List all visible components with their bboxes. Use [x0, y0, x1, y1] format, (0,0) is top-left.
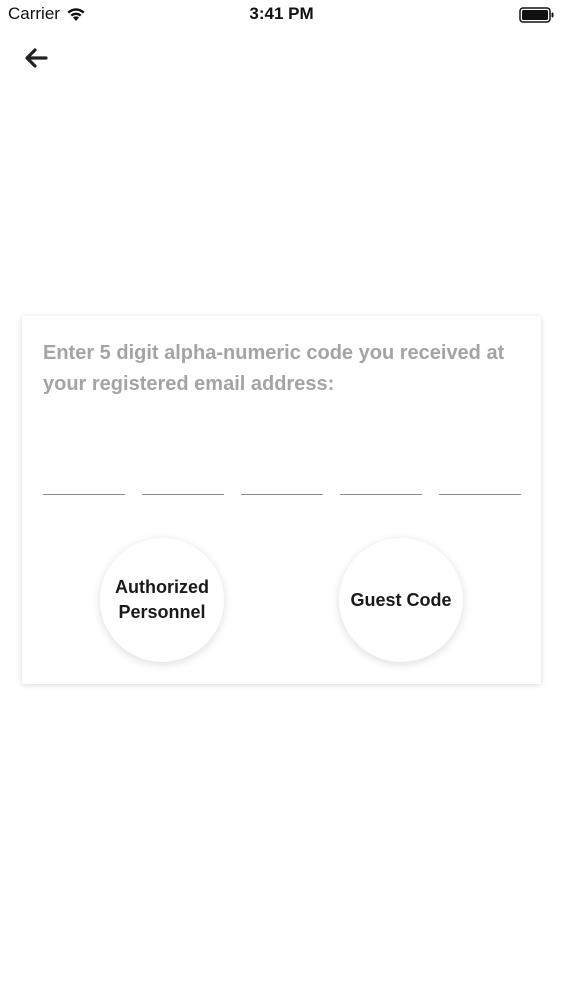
code-entry-card: Enter 5 digit alpha-numeric code you rec…	[22, 316, 541, 684]
status-time: 3:41 PM	[249, 4, 314, 23]
status-bar: Carrier 3:41 PM	[0, 0, 563, 30]
code-fields	[43, 476, 521, 498]
authorized-personnel-label: Authorized Personnel	[115, 575, 209, 625]
authorized-label-line2: Personnel	[118, 602, 206, 622]
code-digit-1-input[interactable]	[43, 476, 125, 495]
authorized-personnel-button[interactable]: Authorized Personnel	[100, 538, 224, 662]
guest-code-label: Guest Code	[350, 589, 452, 610]
code-digit-4-input[interactable]	[340, 476, 422, 495]
instructions-text: Enter 5 digit alpha-numeric code you rec…	[43, 342, 505, 395]
code-digit-3-input[interactable]	[241, 476, 323, 495]
code-digit-5-input[interactable]	[439, 476, 521, 495]
battery-full-icon	[519, 7, 554, 23]
back-button[interactable]	[18, 40, 54, 76]
code-digit-2-input[interactable]	[142, 476, 224, 495]
arrow-left-icon	[25, 48, 48, 68]
authorized-label-line1: Authorized	[115, 577, 209, 597]
guest-code-button[interactable]: Guest Code	[339, 538, 463, 662]
